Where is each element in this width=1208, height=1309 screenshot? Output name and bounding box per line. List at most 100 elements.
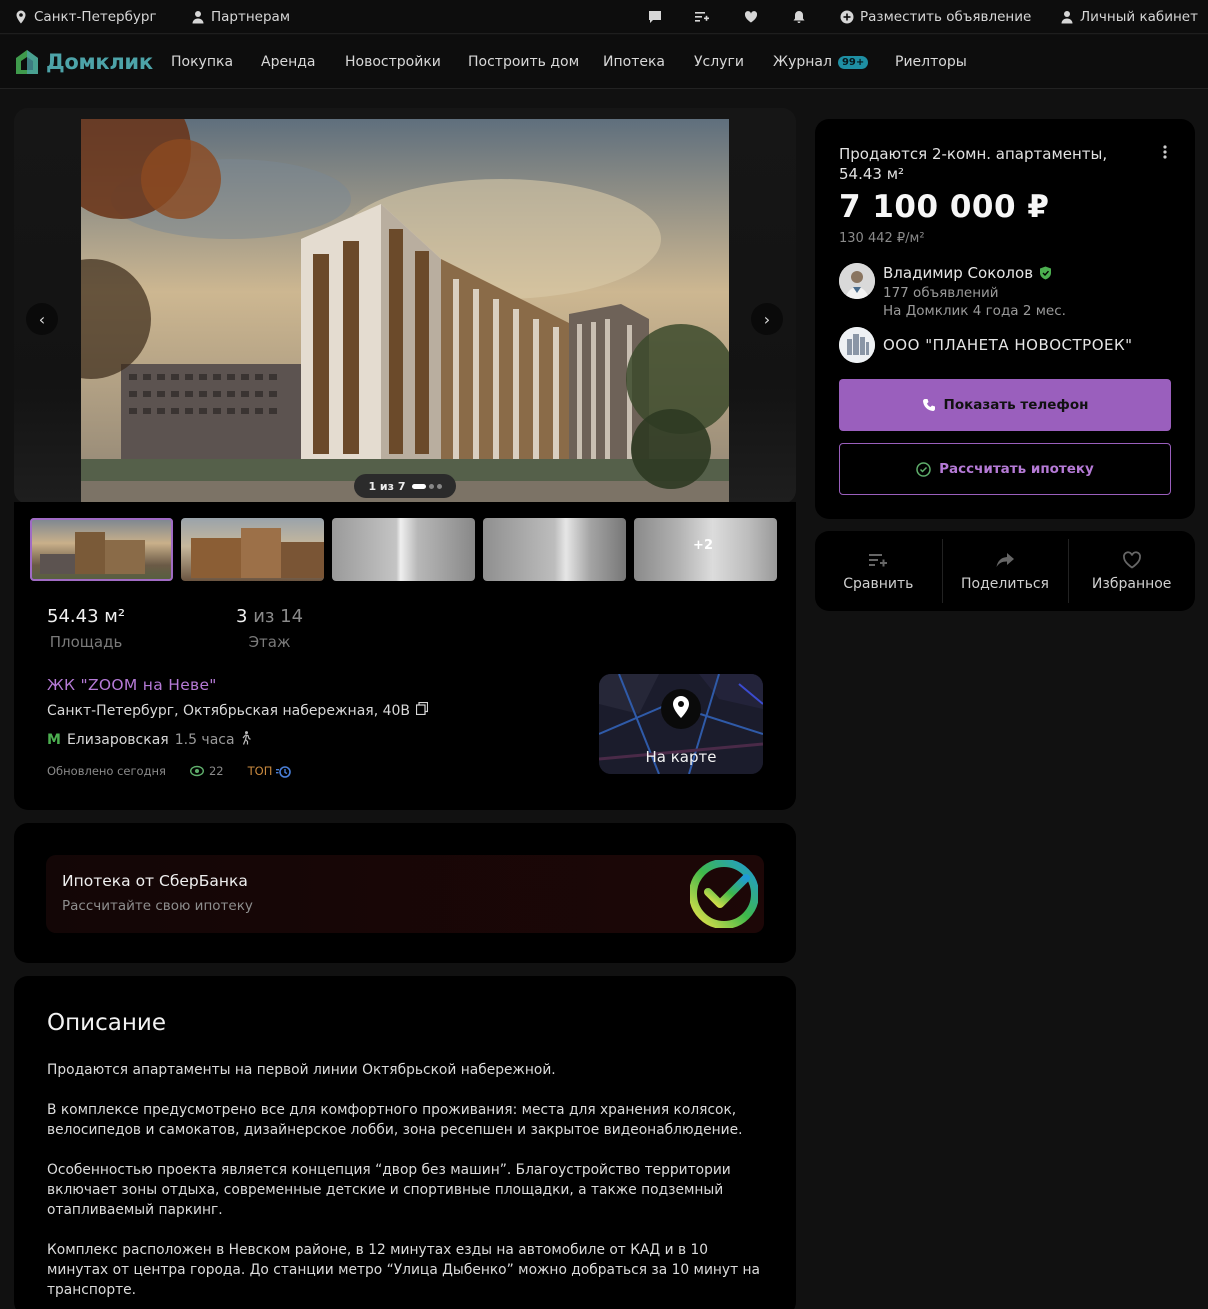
show-phone-button[interactable]: Показать телефон [839,379,1171,431]
metro-time: 1.5 часа [174,732,235,748]
thumbnail-image [40,532,145,574]
area-label: Площадь [49,633,123,651]
more-options-button[interactable] [1163,143,1167,164]
floor-label: Этаж [248,633,291,651]
logo[interactable]: Домклик [14,48,153,76]
sber-subtitle: Рассчитайте свою ипотеку [62,898,253,914]
agent-name[interactable]: Владимир Соколов [883,264,1052,282]
listing-meta: Обновлено сегодня 22 ТОП [47,764,292,778]
city-label: Санкт-Петербург [34,9,157,25]
compare-label: Сравнить [843,576,914,592]
favorites-button[interactable] [744,0,758,34]
sber-title: Ипотека от СберБанка [62,872,248,890]
description-paragraph-4: Комплекс расположен в Невском районе, в … [47,1242,760,1298]
partners-label: Партнерам [211,9,291,25]
phone-icon [922,399,935,411]
check-circle-icon [916,461,931,477]
floor-current: 3 [236,606,248,627]
nav-item-build-house[interactable]: Построить дом [468,35,579,89]
agent-avatar[interactable] [839,263,875,299]
calc-mortgage-button[interactable]: Рассчитать ипотеку [839,443,1171,495]
plus-circle-icon [840,10,854,24]
map-preview[interactable]: На карте [599,674,763,774]
top-bar: Санкт-Петербург Партнерам Разместить объ… [0,0,1208,34]
cabinet-link[interactable]: Личный кабинет [1060,0,1198,34]
messages-button[interactable] [648,0,662,34]
description-paragraph-2: В комплексе предусмотрено все для комфор… [47,1102,743,1138]
location-pin-icon [14,10,28,24]
nav-item-services[interactable]: Услуги [694,35,744,89]
share-button[interactable]: Поделиться [941,531,1069,611]
views-count: 22 [189,764,224,778]
copy-icon[interactable] [415,701,429,719]
price-per-meter: 130 442 ₽/м² [839,231,925,246]
nav-item-buy[interactable]: Покупка [171,35,233,89]
compare-icon [869,554,888,567]
favorite-label: Избранное [1091,576,1172,592]
heart-outline-icon [1122,551,1141,569]
post-ad-label: Разместить объявление [860,9,1032,25]
listing-actions: Сравнить Поделиться Избранное [815,531,1195,611]
logo-text: Домклик [46,50,153,74]
nav-item-realtors[interactable]: Риелторы [895,35,967,89]
floor-value: 3 из 14 [236,606,303,627]
share-icon [996,553,1014,567]
walking-icon [241,731,251,749]
list-add-icon [695,10,709,24]
gallery-prev-button[interactable]: ‹ [26,303,58,335]
offer-title: Продаются 2-комн. апартаменты, 54.43 м² [839,145,1108,183]
partners-link[interactable]: Партнерам [191,0,290,34]
area-stat: 54.43 м² Площадь [47,606,125,651]
chat-icon [648,10,662,24]
photo-counter-text: 1 из 7 [368,479,406,493]
photo-counter: 1 из 7 [354,474,456,498]
thumbnail-4[interactable] [483,518,626,581]
agency-logo[interactable] [839,327,875,363]
user-icon [1060,10,1074,24]
metro-icon: M [47,732,61,748]
cabinet-label: Личный кабинет [1080,9,1198,25]
updated-text: Обновлено сегодня [47,764,166,778]
more-photos-count: +2 [693,538,713,553]
agency-logo-image [839,327,875,363]
city-selector[interactable]: Санкт-Петербург [14,0,157,34]
thumbnail-2[interactable] [181,518,324,581]
thumbnail-5[interactable]: +2 [634,518,777,581]
agent-photo [839,263,875,299]
main-photo[interactable] [81,119,729,504]
favorite-button[interactable]: Избранное [1068,531,1195,611]
compare-list-button[interactable] [695,0,709,34]
journal-label: Журнал [773,54,832,70]
photo-dot [436,483,442,489]
thumbnail-3[interactable] [332,518,475,581]
nav-item-rent[interactable]: Аренда [261,35,316,89]
nav-item-new-buildings[interactable]: Новостройки [345,35,441,89]
area-value: 54.43 м² [47,606,126,627]
main-nav: Домклик Покупка Аренда Новостройки Постр… [0,35,1208,89]
eye-icon [189,765,204,777]
thumbnail-1[interactable] [30,518,173,581]
thumbnail-strip: +2 [30,518,777,581]
agency-name[interactable]: ООО "ПЛАНЕТА НОВОСТРОЕК" [883,336,1133,354]
notifications-button[interactable] [792,0,806,34]
gallery-next-button[interactable]: › [751,303,783,335]
post-ad-button[interactable]: Разместить объявление [840,0,1031,34]
nav-item-journal[interactable]: Журнал 99+ [773,35,869,89]
compare-button[interactable]: Сравнить [815,531,942,611]
nav-item-mortgage[interactable]: Ипотека [603,35,665,89]
bell-icon [792,10,806,24]
share-label: Поделиться [961,576,1049,592]
map-label: На карте [645,748,717,766]
agent-ads-count: 177 объявлений [883,285,999,301]
photo-dot-active [411,483,426,489]
building-render-image [81,119,729,504]
address-text: Санкт-Петербург, Октябрьская набережная,… [47,702,411,719]
kebab-icon [1163,145,1167,159]
agent-since: На Домклик 4 года 2 мес. [883,303,1066,319]
sber-mortgage-banner[interactable]: Ипотека от СберБанка Рассчитайте свою ип… [46,855,764,933]
chevron-right-icon: › [763,309,771,329]
description-paragraph-3: Особенностью проекта является концепция … [47,1162,731,1218]
metro-station: Елизаровская [66,732,169,748]
chevron-left-icon: ‹ [38,309,46,329]
complex-link[interactable]: ЖК "ZOOM на Неве" [47,676,217,694]
